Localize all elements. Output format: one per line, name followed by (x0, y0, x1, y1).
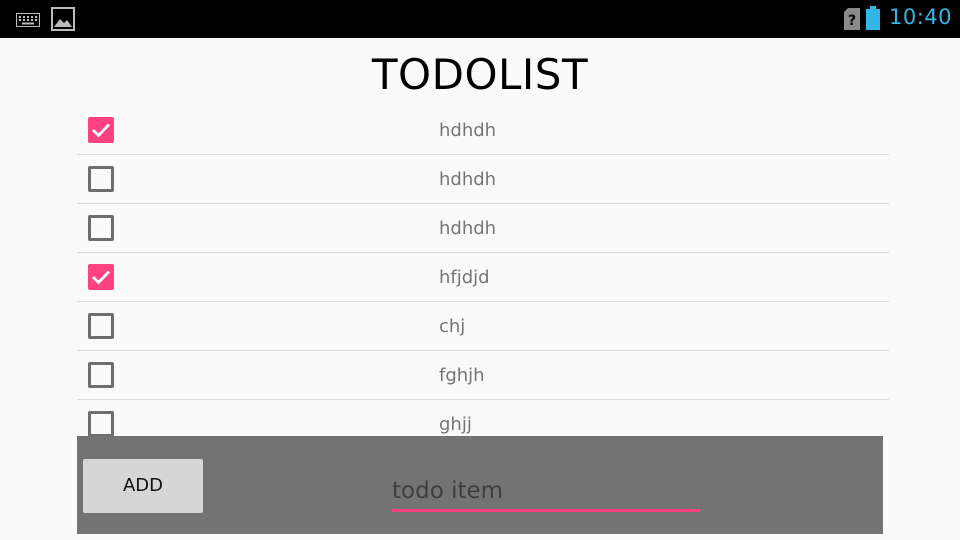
todo-item-text: ghjj (439, 414, 472, 435)
todo-checkbox[interactable] (88, 215, 114, 241)
list-item: ghjj (77, 400, 889, 436)
list-item: hfjdjd (77, 253, 889, 302)
clock-time: 10:40 (889, 5, 953, 29)
list-item: hdhdh (77, 106, 889, 155)
list-item: hdhdh (77, 204, 889, 253)
checkmark-icon (92, 123, 111, 138)
todo-checkbox[interactable] (88, 264, 114, 290)
image-icon (51, 7, 75, 35)
sim-unknown-icon: ? (844, 8, 860, 34)
todo-item-text: fghjh (439, 365, 485, 386)
todo-checkbox[interactable] (88, 411, 114, 436)
keyboard-icon (16, 12, 40, 31)
todo-item-text: hfjdjd (439, 267, 490, 288)
todo-item-text: chj (439, 316, 466, 337)
todo-item-text: hdhdh (439, 218, 497, 239)
todo-item-input[interactable] (392, 472, 700, 512)
todo-checkbox[interactable] (88, 313, 114, 339)
todo-list: hdhdh hdhdh hdhdh hfjdjd chj fghjh ghjj (77, 106, 889, 436)
add-button[interactable]: ADD (83, 459, 203, 513)
todo-checkbox[interactable] (88, 117, 114, 143)
svg-text:?: ? (848, 13, 856, 29)
todo-item-text: hdhdh (439, 120, 497, 141)
battery-icon (866, 6, 880, 34)
page-title: TODOLIST (371, 50, 589, 99)
checkmark-icon (92, 270, 111, 285)
list-item: hdhdh (77, 155, 889, 204)
list-item: chj (77, 302, 889, 351)
todo-item-text: hdhdh (439, 169, 497, 190)
list-item: fghjh (77, 351, 889, 400)
todo-checkbox[interactable] (88, 362, 114, 388)
status-bar: ? 10:40 (0, 0, 960, 38)
todo-checkbox[interactable] (88, 166, 114, 192)
add-todo-bar: ADD (77, 436, 883, 534)
